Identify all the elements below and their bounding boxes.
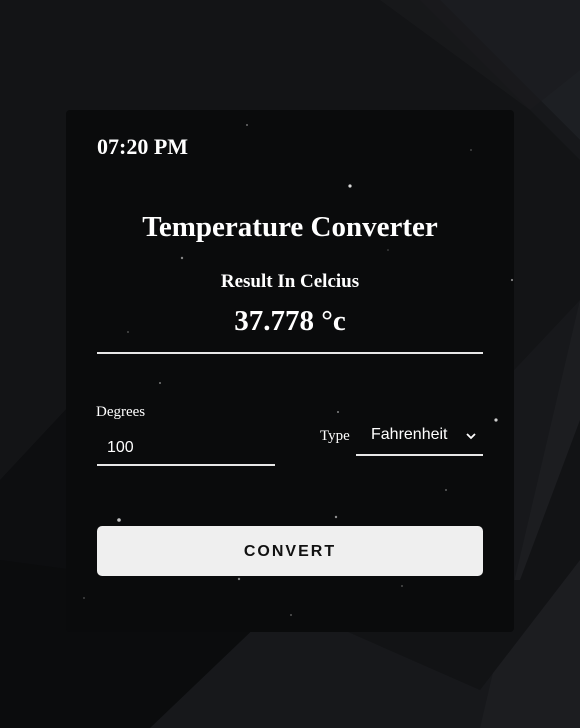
type-label: Type <box>320 428 350 444</box>
chevron-down-icon <box>466 433 476 440</box>
degrees-label: Degrees <box>96 404 146 420</box>
degrees-input[interactable] <box>97 432 275 466</box>
result-divider <box>97 352 483 354</box>
convert-button[interactable]: CONVERT <box>97 526 483 576</box>
converter-card: 07:20 PM Temperature Converter Result In… <box>66 110 514 632</box>
type-selected-value: Fahrenheit <box>371 426 448 443</box>
result-value: 37.778 °c <box>234 305 346 337</box>
page-title: Temperature Converter <box>142 211 438 243</box>
clock-time: 07:20 PM <box>97 134 189 159</box>
result-label: Result In Celcius <box>220 271 360 292</box>
type-select[interactable]: Fahrenheit <box>356 422 483 456</box>
